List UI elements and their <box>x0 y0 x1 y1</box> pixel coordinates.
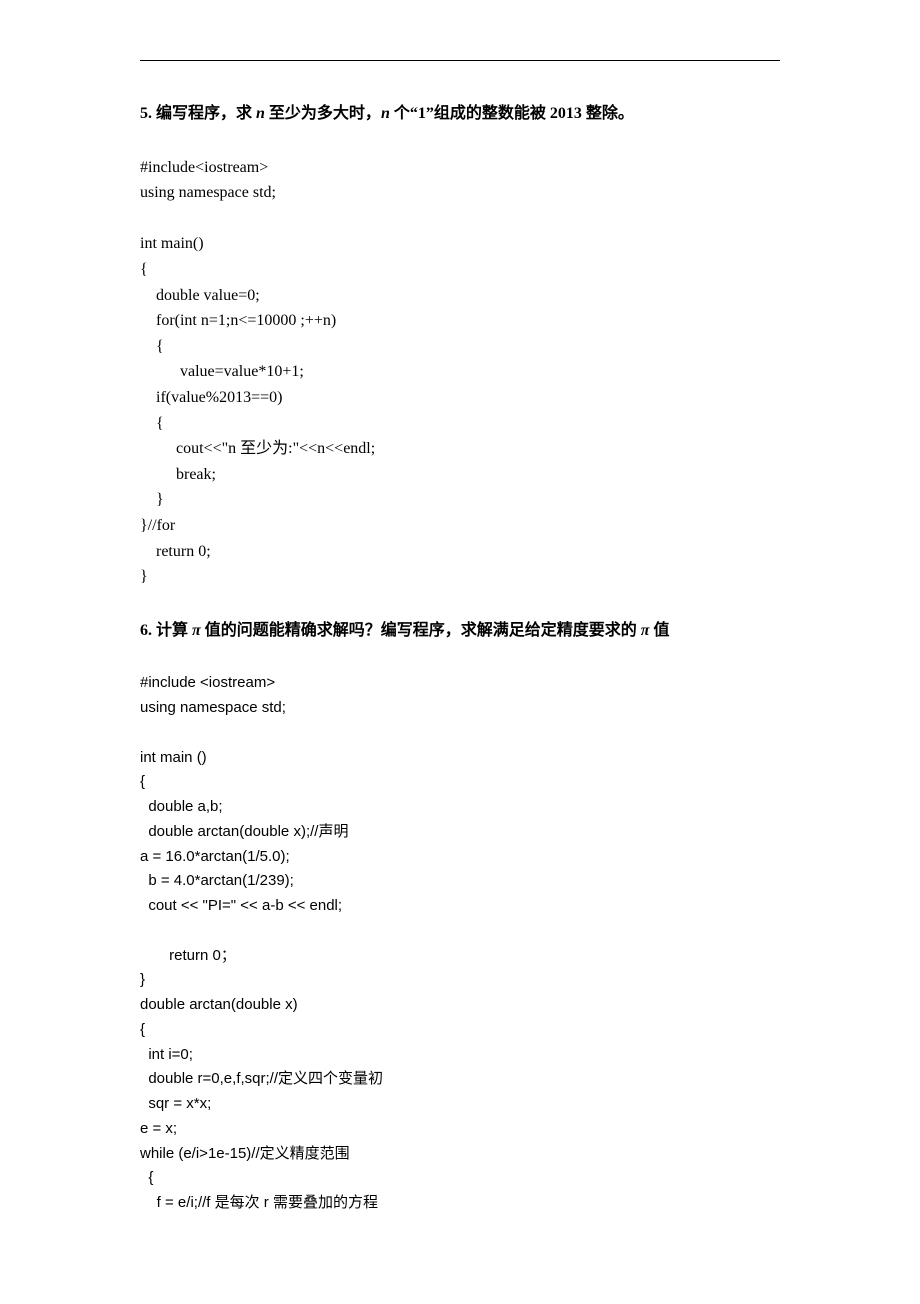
question-6-code: #include <iostream> using namespace std;… <box>140 671 780 1216</box>
q5-heading-prefix: 5. 编写程序，求 <box>140 105 252 122</box>
q5-n1: n <box>252 105 269 122</box>
q6-pi2: π <box>641 622 654 639</box>
q6-heading-mid1: 值的问题能精确求解吗？编写程序，求解满足给定精度要求的 <box>205 622 641 639</box>
q5-heading-mid1-text: 至少为多大时， <box>269 105 381 122</box>
q5-n2: n <box>381 105 394 122</box>
question-5-code: #include<iostream> using namespace std; … <box>140 155 780 590</box>
q6-pi1: π <box>192 622 205 639</box>
q6-heading-prefix: 6. 计算 <box>140 622 192 639</box>
question-6-heading: 6. 计算 π 值的问题能精确求解吗？编写程序，求解满足给定精度要求的 π 值 <box>140 618 780 644</box>
q6-heading-suffix: 值 <box>654 622 670 639</box>
q5-heading-suffix: 个“1”组成的整数能被 2013 整除。 <box>394 105 634 122</box>
page-top-divider <box>140 60 780 61</box>
question-5-heading: 5. 编写程序，求 n 至少为多大时，n 个“1”组成的整数能被 2013 整除… <box>140 101 780 127</box>
